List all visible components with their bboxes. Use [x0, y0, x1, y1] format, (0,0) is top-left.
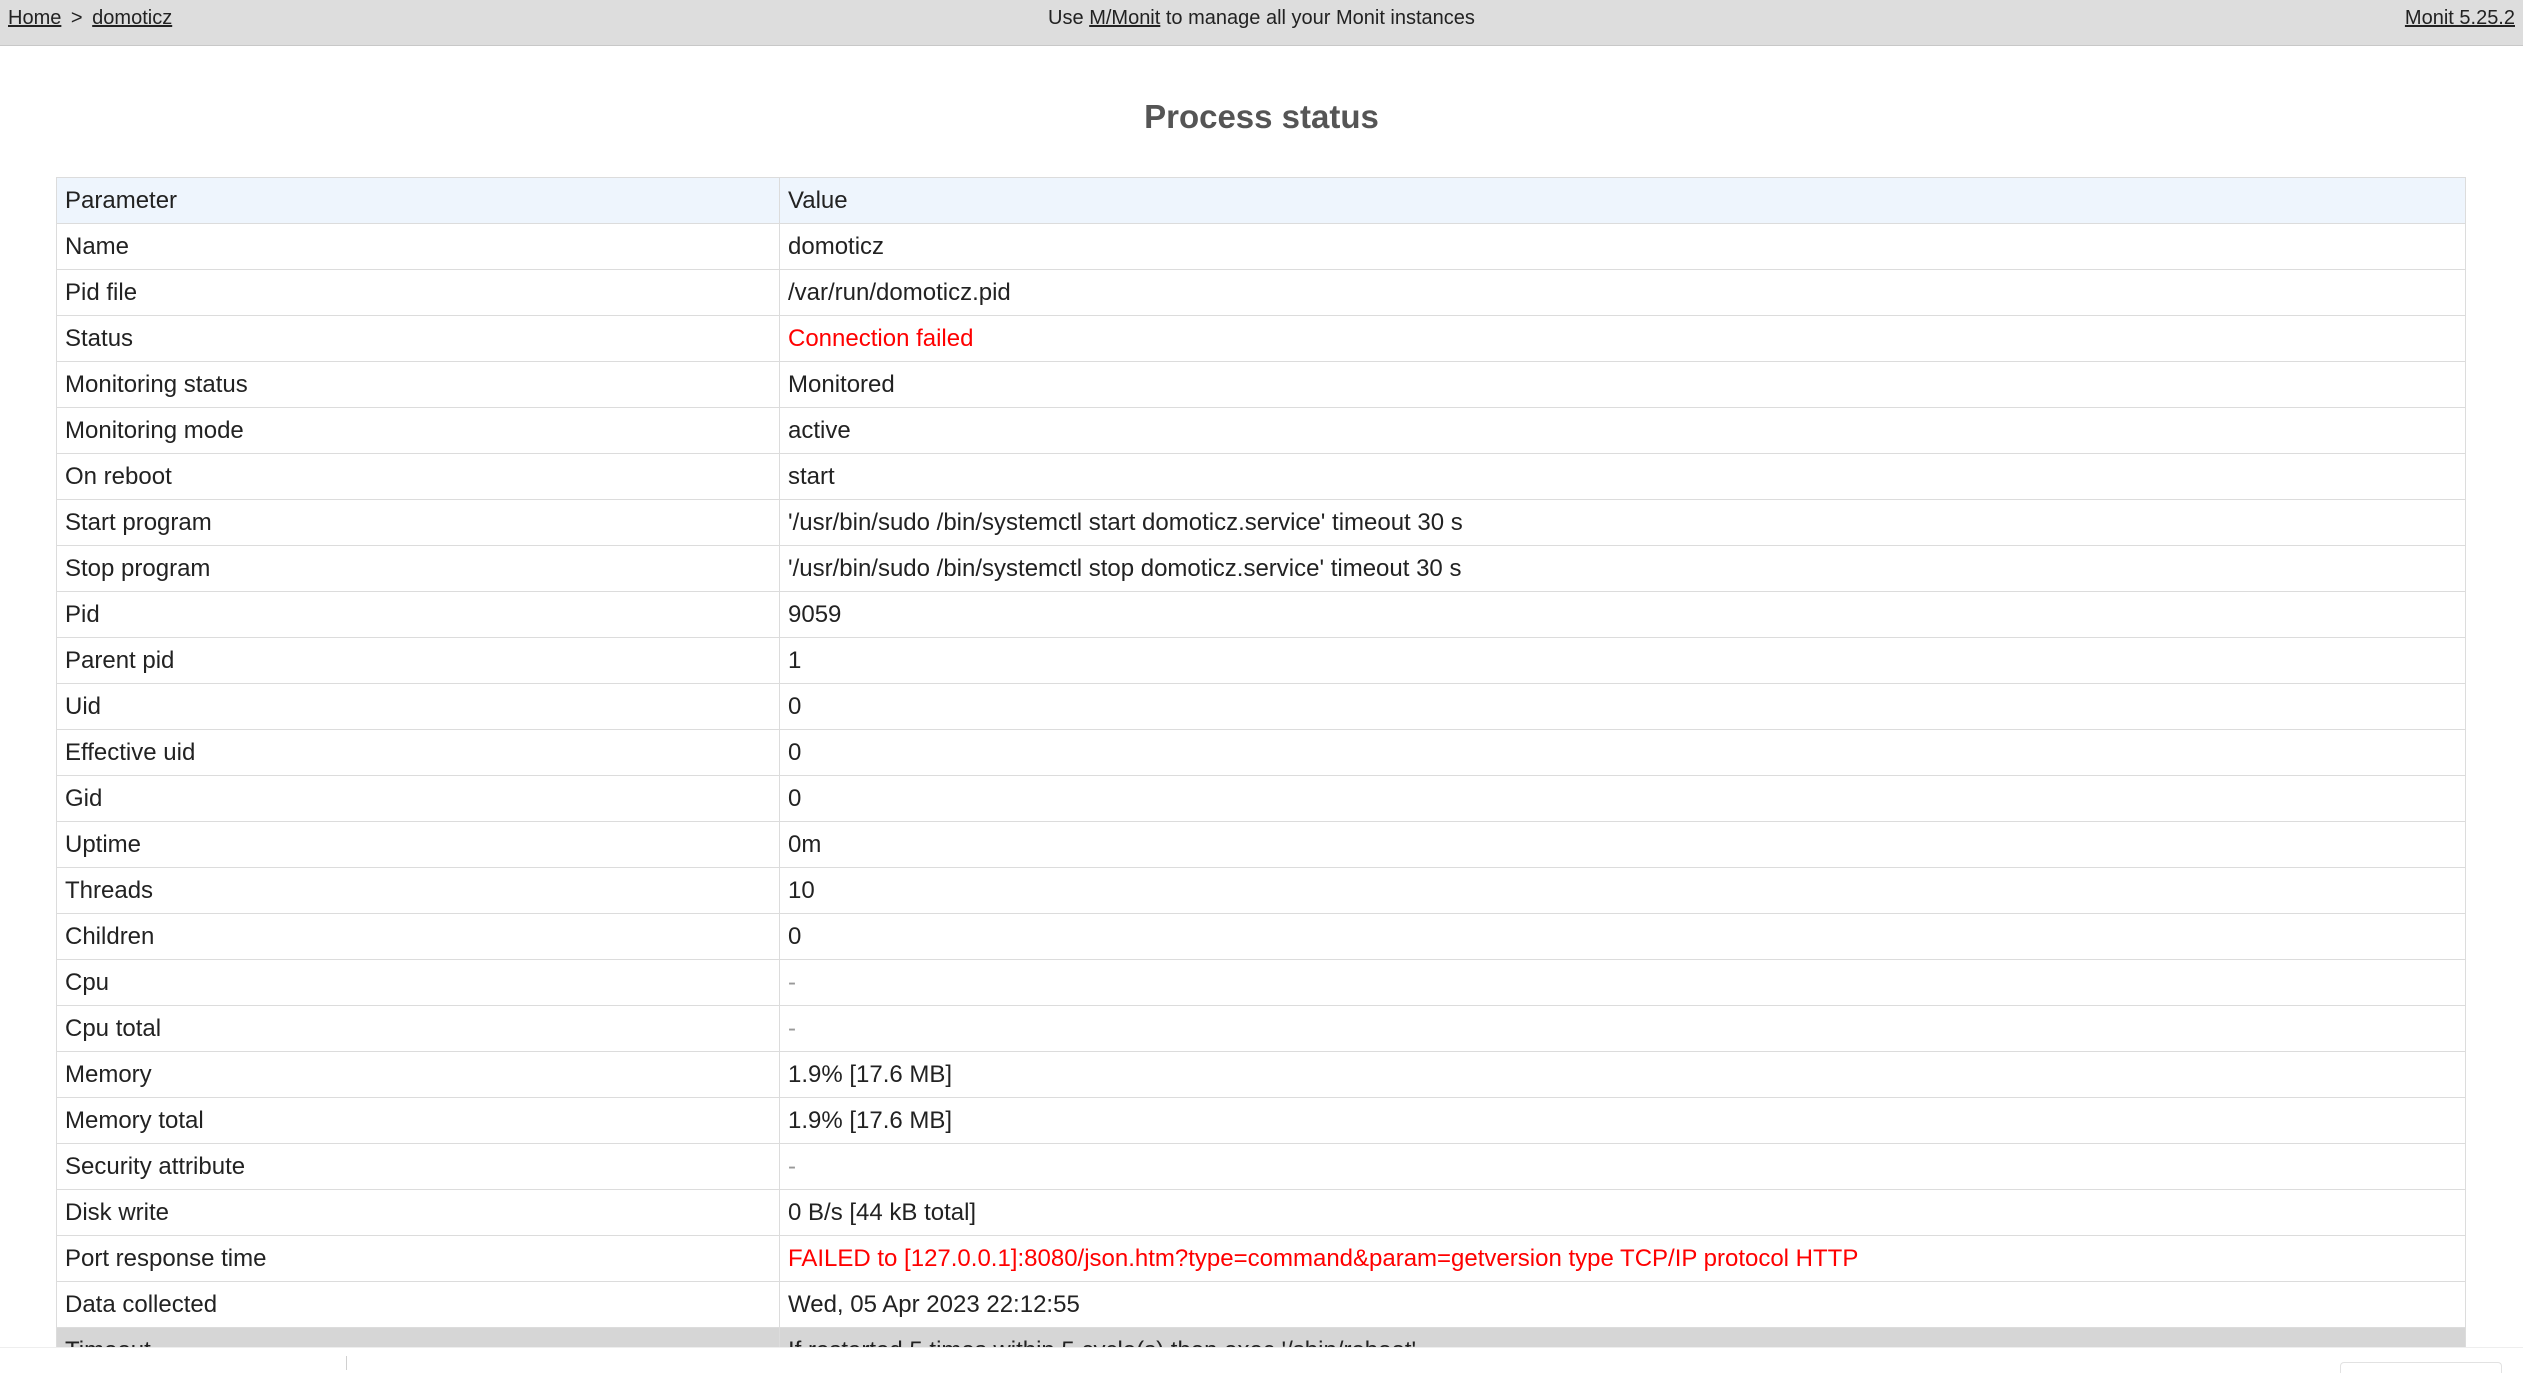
parameter-cell: Parent pid: [56, 637, 780, 684]
top-bar: Home > domoticz Use M/Monit to manage al…: [0, 0, 2523, 46]
value-cell: 0: [779, 683, 2466, 730]
table-row: Disk write 0 B/s [44 kB total]: [56, 1189, 2466, 1236]
table-row: Uid 0: [56, 683, 2466, 730]
version-info: Monit 5.25.2: [2405, 7, 2515, 30]
value-cell: '/usr/bin/sudo /bin/systemctl stop domot…: [779, 545, 2466, 592]
value-cell: 10: [779, 867, 2466, 914]
value-cell: active: [779, 407, 2466, 454]
parameter-cell: Gid: [56, 775, 780, 822]
parameter-cell: Monitoring status: [56, 361, 780, 408]
parameter-cell: On reboot: [56, 453, 780, 500]
value-cell: '/usr/bin/sudo /bin/systemctl start domo…: [779, 499, 2466, 546]
parameter-cell: Memory: [56, 1051, 780, 1098]
parameter-cell: Children: [56, 913, 780, 960]
table-row: Uptime 0m: [56, 821, 2466, 868]
parameter-cell: Disk write: [56, 1189, 780, 1236]
parameter-cell: Memory total: [56, 1097, 780, 1144]
value-cell: If restarted 5 times within 5 cycle(s) t…: [779, 1327, 2466, 1347]
table-row: Data collected Wed, 05 Apr 2023 22:12:55: [56, 1281, 2466, 1328]
value-cell: FAILED to [127.0.0.1]:8080/json.htm?type…: [779, 1235, 2466, 1282]
table-row: On reboot start: [56, 453, 2466, 500]
value-cell: 1.9% [17.6 MB]: [779, 1097, 2466, 1144]
table-row: Security attribute -: [56, 1143, 2466, 1190]
parameter-cell: Cpu: [56, 959, 780, 1006]
value-cell: Monitored: [779, 361, 2466, 408]
value-cell: 9059: [779, 591, 2466, 638]
parameter-cell: Uptime: [56, 821, 780, 868]
table-row: Port response time FAILED to [127.0.0.1]:…: [56, 1235, 2466, 1282]
table-row: Name domoticz: [56, 223, 2466, 270]
table-row: Cpu total -: [56, 1005, 2466, 1052]
table-row: Cpu -: [56, 959, 2466, 1006]
table-row: Gid 0: [56, 775, 2466, 822]
parameter-cell: Threads: [56, 867, 780, 914]
value-cell: start: [779, 453, 2466, 500]
value-cell: -: [779, 1005, 2466, 1052]
table-row: Effective uid 0: [56, 729, 2466, 776]
table-row: Memory total 1.9% [17.6 MB]: [56, 1097, 2466, 1144]
bottom-strip: [0, 1347, 2523, 1373]
value-cell: Connection failed: [779, 315, 2466, 362]
parameter-cell: Data collected: [56, 1281, 780, 1328]
column-header-parameter: Parameter: [56, 177, 780, 224]
promo-prefix: Use: [1048, 7, 1084, 29]
parameter-cell: Effective uid: [56, 729, 780, 776]
value-cell: domoticz: [779, 223, 2466, 270]
table-row: Threads 10: [56, 867, 2466, 914]
parameter-cell: Uid: [56, 683, 780, 730]
value-cell: -: [779, 1143, 2466, 1190]
bottom-tab-outline: [2340, 1362, 2502, 1373]
parameter-cell: Name: [56, 223, 780, 270]
promo-suffix: to manage all your Monit instances: [1165, 7, 1475, 29]
bottom-divider: [346, 1356, 347, 1370]
value-cell: /var/run/domoticz.pid: [779, 269, 2466, 316]
table-row: Pid 9059: [56, 591, 2466, 638]
value-cell: 0: [779, 775, 2466, 822]
value-cell: Wed, 05 Apr 2023 22:12:55: [779, 1281, 2466, 1328]
parameter-cell: Security attribute: [56, 1143, 780, 1190]
value-cell: 0 B/s [44 kB total]: [779, 1189, 2466, 1236]
page-title: Process status: [1144, 98, 1379, 135]
parameter-cell: Port response time: [56, 1235, 780, 1282]
parameter-cell: Status: [56, 315, 780, 362]
table-row: Pid file/var/run/domoticz.pid: [56, 269, 2466, 316]
column-header-value: Value: [779, 177, 2466, 224]
value-cell: 1.9% [17.6 MB]: [779, 1051, 2466, 1098]
table-row: Monitoring mode active: [56, 407, 2466, 454]
parameter-cell: Start program: [56, 499, 780, 546]
process-status-table-container[interactable]: Parameter Value Name domoticz Pid file/var…: [56, 177, 2466, 1347]
parameter-cell: Cpu total: [56, 1005, 780, 1052]
value-cell: 0: [779, 913, 2466, 960]
parameter-cell: Pid file: [56, 269, 780, 316]
table-header-row: Parameter Value: [56, 177, 2466, 224]
value-cell: 0m: [779, 821, 2466, 868]
version-link[interactable]: Monit 5.25.2: [2405, 7, 2515, 29]
table-row: Children 0: [56, 913, 2466, 960]
parameter-cell: Timeout: [56, 1327, 780, 1347]
table-row: Start program '/usr/bin/sudo /bin/systemc…: [56, 499, 2466, 546]
parameter-cell: Stop program: [56, 545, 780, 592]
mmonit-link[interactable]: M/Monit: [1089, 7, 1160, 29]
process-status-table: Parameter Value Name domoticz Pid file/var…: [56, 177, 2466, 1347]
table-row: Memory 1.9% [17.6 MB]: [56, 1051, 2466, 1098]
value-cell: 0: [779, 729, 2466, 776]
table-row: TimeoutIf restarted 5 times within 5 cyc…: [56, 1327, 2466, 1347]
mmonit-promo: Use M/Monit to manage all your Monit ins…: [0, 7, 2523, 30]
parameter-cell: Monitoring mode: [56, 407, 780, 454]
table-row: Monitoring status Monitored: [56, 361, 2466, 408]
table-row: Status Connection failed: [56, 315, 2466, 362]
table-row: Parent pid 1: [56, 637, 2466, 684]
value-cell: -: [779, 959, 2466, 1006]
parameter-cell: Pid: [56, 591, 780, 638]
value-cell: 1: [779, 637, 2466, 684]
table-row: Stop program '/usr/bin/sudo /bin/systemct…: [56, 545, 2466, 592]
